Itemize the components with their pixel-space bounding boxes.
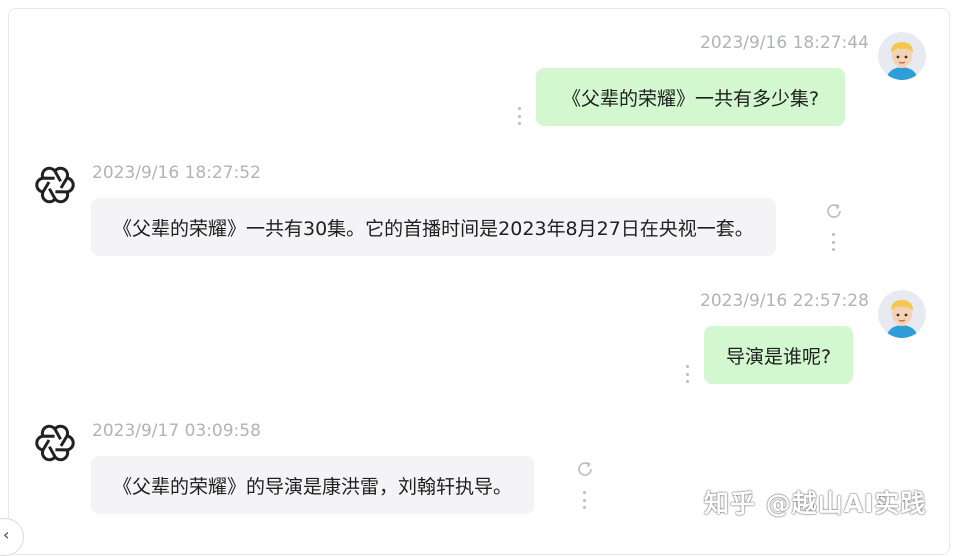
user-avatar-icon — [878, 32, 926, 80]
assistant-message-bubble: 《父辈的荣耀》一共有30集。它的首播时间是2023年8月27日在央视一套。 — [91, 198, 776, 256]
user-message-bubble: 导演是谁呢? — [704, 326, 854, 384]
chevron-left-icon: ‹ — [3, 525, 10, 544]
vertical-dots-icon[interactable] — [831, 233, 835, 251]
message-timestamp: 2023/9/16 18:27:44 — [700, 33, 869, 53]
refresh-icon[interactable] — [825, 202, 843, 220]
openai-logo-icon — [33, 421, 77, 465]
assistant-message-bubble: 《父辈的荣耀》的导演是康洪雷，刘翰轩执导。 — [91, 456, 535, 514]
message-text: 《父辈的荣耀》一共有30集。它的首播时间是2023年8月27日在央视一套。 — [113, 217, 754, 240]
vertical-dots-icon[interactable] — [517, 107, 521, 125]
watermark: 知乎 @越山AI实践 — [704, 489, 927, 518]
user-avatar-icon — [878, 290, 926, 338]
vertical-dots-icon[interactable] — [685, 365, 689, 383]
message-timestamp: 2023/9/16 22:57:28 — [700, 291, 869, 311]
user-message-bubble: 《父辈的荣耀》一共有多少集? — [536, 68, 846, 126]
message-text: 导演是谁呢? — [726, 345, 832, 368]
message-timestamp: 2023/9/17 03:09:58 — [92, 421, 261, 441]
message-timestamp: 2023/9/16 18:27:52 — [92, 163, 261, 183]
vertical-dots-icon[interactable] — [582, 491, 586, 509]
refresh-icon[interactable] — [576, 460, 594, 478]
message-text: 《父辈的荣耀》一共有多少集? — [562, 87, 820, 110]
openai-logo-icon — [33, 163, 77, 207]
message-text: 《父辈的荣耀》的导演是康洪雷，刘翰轩执导。 — [113, 475, 513, 498]
